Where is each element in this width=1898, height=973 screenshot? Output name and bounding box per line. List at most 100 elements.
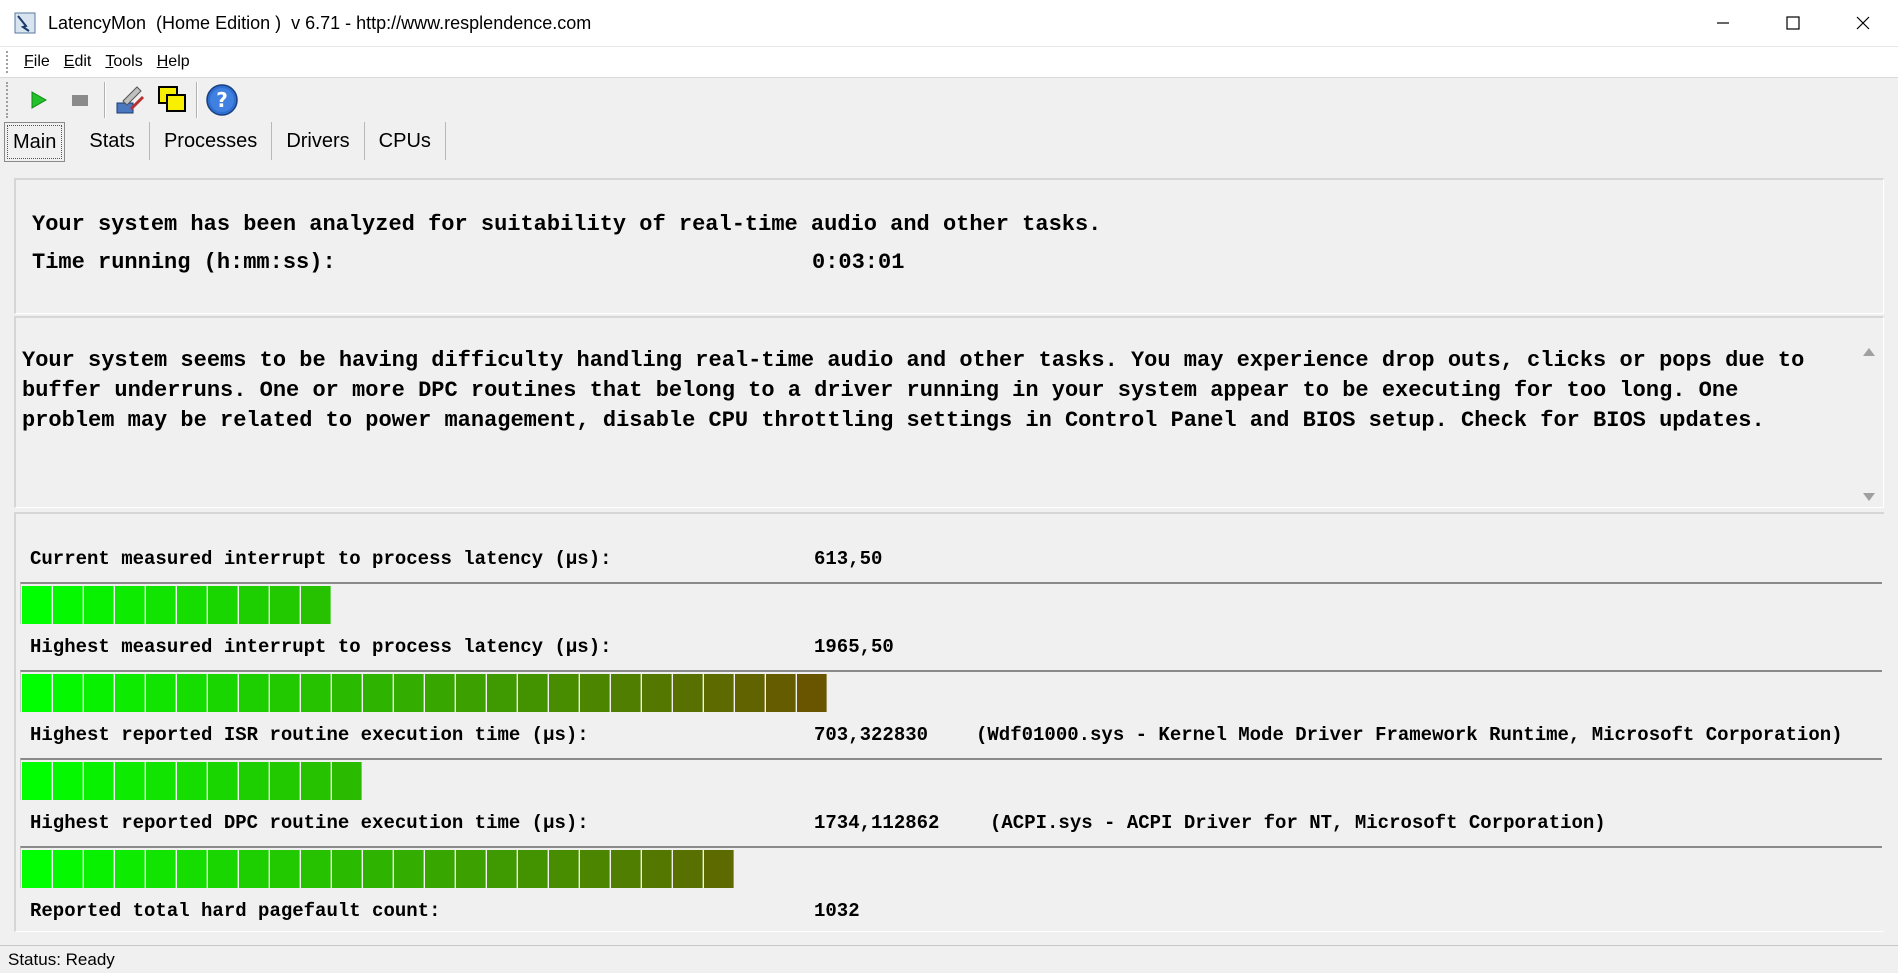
windows-icon [158, 86, 186, 112]
bar-segment [270, 762, 300, 800]
help-button[interactable]: ? [204, 82, 240, 118]
menu-help[interactable]: Help [157, 53, 190, 71]
bar-segment [115, 586, 145, 624]
toolbar-separator [196, 82, 198, 118]
bar-segment [301, 762, 331, 800]
bar-segment [84, 762, 114, 800]
bar-segment [332, 674, 362, 712]
bar-segment [115, 850, 145, 888]
tab-cpus[interactable]: CPUs [365, 122, 446, 160]
bar-segment [425, 674, 455, 712]
help-icon: ? [206, 84, 238, 116]
bar-segment [394, 674, 424, 712]
bar-segment [239, 762, 269, 800]
bar-segment [115, 674, 145, 712]
highest-latency-value: 1965,50 [814, 636, 894, 658]
maximize-icon [1786, 16, 1800, 30]
tab-processes[interactable]: Processes [150, 122, 273, 160]
bar-segment [146, 674, 176, 712]
tab-drivers[interactable]: Drivers [272, 122, 365, 160]
bar-segment [177, 586, 207, 624]
pagefault-value: 1032 [814, 900, 860, 922]
bar-segment [22, 762, 52, 800]
bar-segment [53, 586, 83, 624]
bar-segment [177, 674, 207, 712]
bar-segment [146, 850, 176, 888]
bar-segment [487, 674, 517, 712]
bar-segment [425, 850, 455, 888]
isr-driver-info: (Wdf01000.sys - Kernel Mode Driver Frame… [976, 724, 1843, 746]
summary-panel: Your system has been analyzed for suitab… [14, 178, 1884, 314]
bar-segment [270, 850, 300, 888]
bar-segment [177, 850, 207, 888]
bar-segment [270, 586, 300, 624]
scroll-down-arrow[interactable] [1863, 493, 1875, 501]
tools-icon [116, 86, 145, 114]
isr-time-value: 703,322830 [814, 724, 929, 746]
close-icon [1856, 16, 1870, 30]
bar-segment [146, 586, 176, 624]
bar-segment [332, 850, 362, 888]
tools-button[interactable] [112, 82, 148, 118]
bar-segment [766, 674, 796, 712]
stop-button[interactable] [62, 82, 98, 118]
bar-segment [301, 586, 331, 624]
bar-segment [611, 674, 641, 712]
play-icon [31, 91, 48, 109]
bar-segment [146, 762, 176, 800]
bar-segment [549, 674, 579, 712]
window-title: LatencyMon (Home Edition ) v 6.71 - http… [48, 12, 592, 33]
bar-segment [332, 762, 362, 800]
bar-segment [239, 850, 269, 888]
bar-segment [518, 674, 548, 712]
minimize-icon [1717, 22, 1729, 24]
bar-segment [797, 674, 827, 712]
maximize-button[interactable] [1758, 0, 1828, 46]
bar-segment [22, 850, 52, 888]
analysis-message: Your system seems to be having difficult… [22, 348, 1805, 433]
menu-tools[interactable]: Tools [105, 53, 142, 71]
time-running-label: Time running (h:mm:ss): [32, 250, 336, 275]
tab-main[interactable]: Main [4, 122, 66, 162]
bar-segment [84, 850, 114, 888]
toolbar-grip [6, 82, 14, 118]
bar-segment [84, 586, 114, 624]
bar-segment [487, 850, 517, 888]
bar-segment [673, 850, 703, 888]
bar-segment [704, 850, 734, 888]
dpc-time-value: 1734,112862 [814, 812, 940, 834]
toolbar: ? [0, 78, 1898, 122]
toolbar-separator [104, 82, 106, 118]
pagefault-label: Reported total hard pagefault count: [30, 900, 441, 922]
bar-segment [580, 674, 610, 712]
bar-segment [208, 762, 238, 800]
close-button[interactable] [1828, 0, 1898, 46]
bar-segment [301, 674, 331, 712]
menu-grip [6, 51, 14, 73]
bar-segment [301, 850, 331, 888]
bar-segment [518, 850, 548, 888]
bar-segment [580, 850, 610, 888]
bar-segment [53, 850, 83, 888]
bar-segment [363, 674, 393, 712]
bar-segment [84, 674, 114, 712]
time-running-value: 0:03:01 [812, 250, 905, 275]
svg-text:?: ? [216, 88, 228, 112]
menu-edit[interactable]: Edit [64, 53, 92, 71]
title-bar: LatencyMon (Home Edition ) v 6.71 - http… [0, 0, 1898, 47]
windows-button[interactable] [154, 82, 190, 118]
status-text: Status: Ready [8, 949, 115, 969]
bar-segment [208, 586, 238, 624]
menu-file[interactable]: File [24, 53, 50, 71]
tab-stats[interactable]: Stats [75, 122, 150, 160]
stop-icon [72, 95, 88, 106]
bar-segment [549, 850, 579, 888]
scroll-up-arrow[interactable] [1863, 348, 1875, 356]
start-button[interactable] [20, 82, 56, 118]
bar-segment [239, 586, 269, 624]
status-bar: Status: Ready [0, 945, 1898, 973]
message-panel: Your system seems to be having difficult… [14, 316, 1884, 508]
bar-segment [363, 850, 393, 888]
bar-segment [53, 674, 83, 712]
minimize-button[interactable] [1688, 0, 1758, 46]
